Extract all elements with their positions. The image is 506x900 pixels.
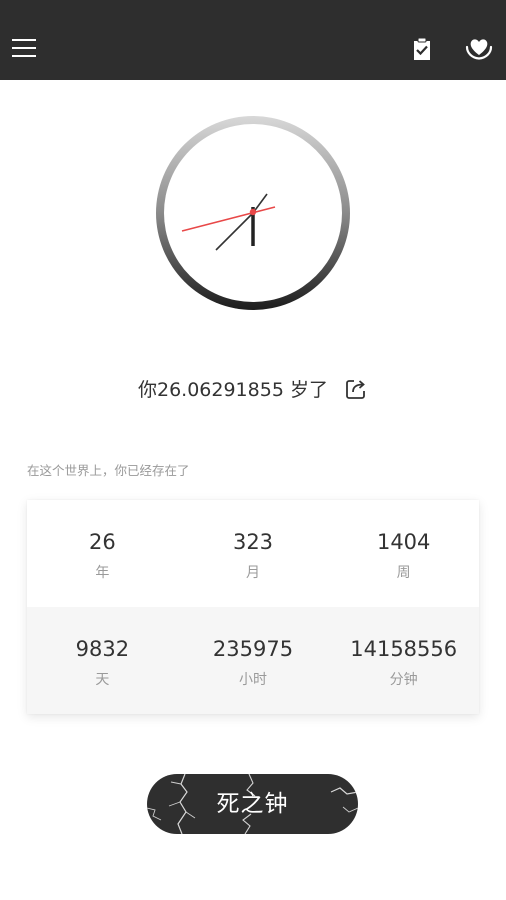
stat-weeks: 1404 周 (328, 500, 479, 607)
stat-value: 323 (232, 530, 274, 554)
death-clock-label: 死之钟 (216, 791, 289, 817)
age-display: 你26.06291855 岁了 (0, 375, 506, 405)
top-toolbar (0, 0, 506, 80)
share-icon[interactable] (344, 377, 368, 401)
death-clock-button[interactable]: 死之钟 (147, 774, 358, 834)
stat-unit: 年 (95, 565, 110, 581)
stats-row: 26 年 323 月 1404 周 (27, 500, 479, 607)
stat-days: 9832 天 (27, 607, 178, 714)
clipboard-check-icon[interactable] (409, 36, 435, 62)
stat-unit: 小时 (239, 672, 267, 688)
stat-value: 9832 (75, 637, 130, 661)
heart-hands-icon[interactable] (465, 34, 493, 62)
stats-card: 26 年 323 月 1404 周 9832 天 235975 小时 14158… (27, 500, 479, 714)
stats-row: 9832 天 235975 小时 14158556 分钟 (27, 607, 479, 714)
stat-value: 26 (88, 530, 116, 554)
stat-minutes: 14158556 分钟 (328, 607, 479, 714)
stat-hours: 235975 小时 (178, 607, 329, 714)
age-text: 你26.06291855 岁了 (137, 379, 328, 401)
menu-icon[interactable] (12, 37, 36, 59)
stat-unit: 分钟 (389, 672, 418, 688)
stat-value: 235975 (212, 637, 294, 661)
stats-caption: 在这个世界上，你已经存在了 (27, 463, 190, 478)
stat-value: 14158556 (350, 637, 458, 661)
stat-value: 1404 (376, 530, 431, 554)
stat-unit: 月 (246, 565, 260, 581)
stat-unit: 周 (396, 565, 411, 581)
stat-years: 26 年 (27, 500, 178, 607)
stat-months: 323 月 (178, 500, 329, 607)
analog-clock (155, 115, 351, 311)
stat-unit: 天 (95, 672, 110, 688)
clock-center (249, 208, 257, 216)
